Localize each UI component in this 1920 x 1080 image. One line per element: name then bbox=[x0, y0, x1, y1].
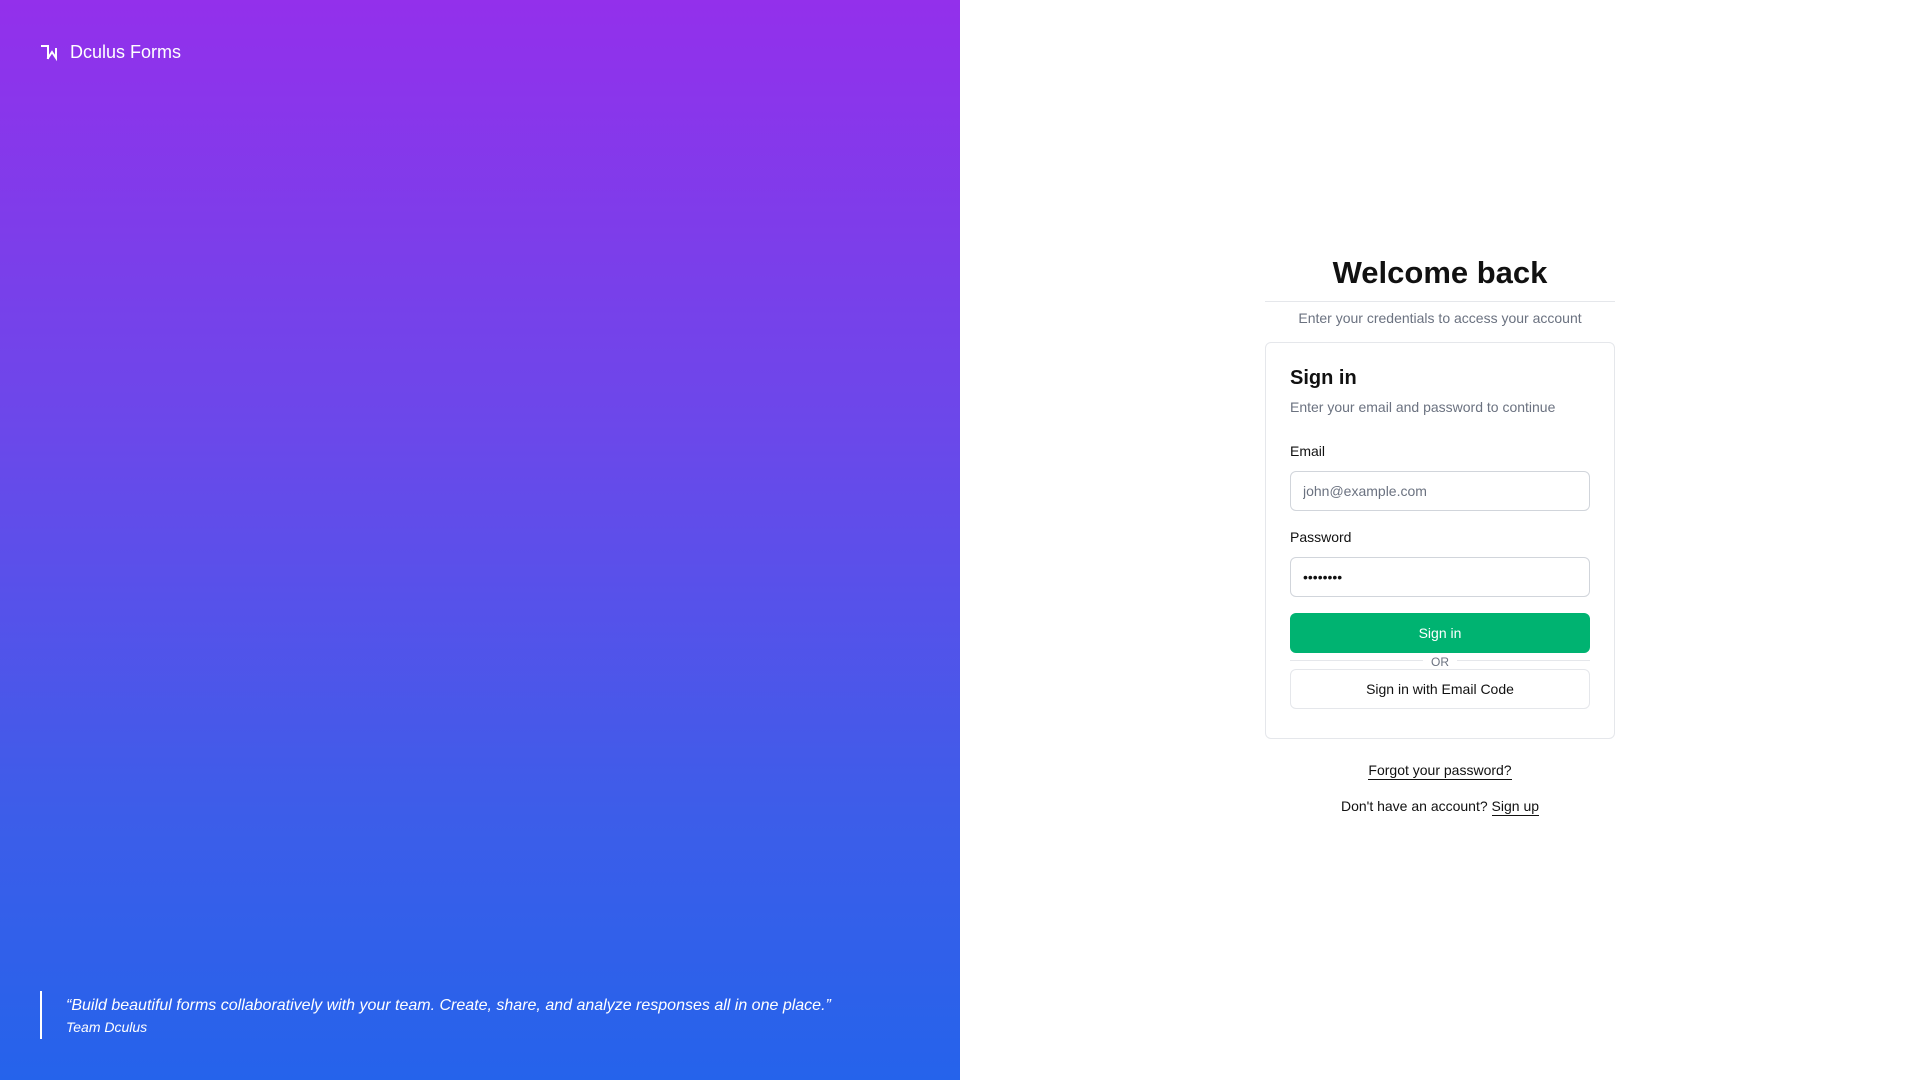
brand-name: Dculus Forms bbox=[70, 42, 182, 62]
email-label: Email bbox=[1290, 443, 1326, 459]
or-divider: OR bbox=[1290, 653, 1590, 669]
divider-label: OR bbox=[1423, 655, 1457, 669]
sign-up-row: Don't have an account? Sign up bbox=[1265, 798, 1615, 816]
sign-in-card: Sign in Enter your email and password to… bbox=[1265, 342, 1615, 739]
page-title: Welcome back bbox=[1265, 255, 1615, 302]
testimonial-quote: “Build beautiful forms collaboratively w… bbox=[40, 991, 831, 1039]
no-account-text: Don't have an account? bbox=[1340, 798, 1488, 814]
brand-panel: Dculus Forms “Build beautiful forms coll… bbox=[0, 0, 960, 1080]
email-field[interactable] bbox=[1290, 471, 1590, 511]
quote-text: “Build beautiful forms collaboratively w… bbox=[66, 997, 831, 1014]
forgot-password-link[interactable]: Forgot your password? bbox=[1368, 762, 1512, 780]
quote-author: Team Dculus bbox=[66, 1019, 148, 1035]
auth-container: Welcome back Enter your credentials to a… bbox=[1265, 255, 1615, 816]
password-field[interactable] bbox=[1290, 557, 1590, 597]
sign-in-button[interactable]: Sign in bbox=[1290, 613, 1590, 653]
password-label: Password bbox=[1290, 529, 1352, 545]
email-code-sign-in-button[interactable]: Sign in with Email Code bbox=[1290, 669, 1590, 709]
card-subtitle: Enter your email and password to continu… bbox=[1290, 399, 1556, 415]
page-subtitle: Enter your credentials to access your ac… bbox=[1298, 310, 1582, 326]
brand: Dculus Forms bbox=[40, 42, 181, 63]
card-title: Sign in bbox=[1290, 367, 1357, 389]
auth-panel: Welcome back Enter your credentials to a… bbox=[960, 0, 1920, 1080]
forgot-password-row: Forgot your password? bbox=[1265, 762, 1615, 780]
brand-logo-icon bbox=[40, 43, 60, 63]
sign-up-link[interactable]: Sign up bbox=[1491, 798, 1540, 816]
